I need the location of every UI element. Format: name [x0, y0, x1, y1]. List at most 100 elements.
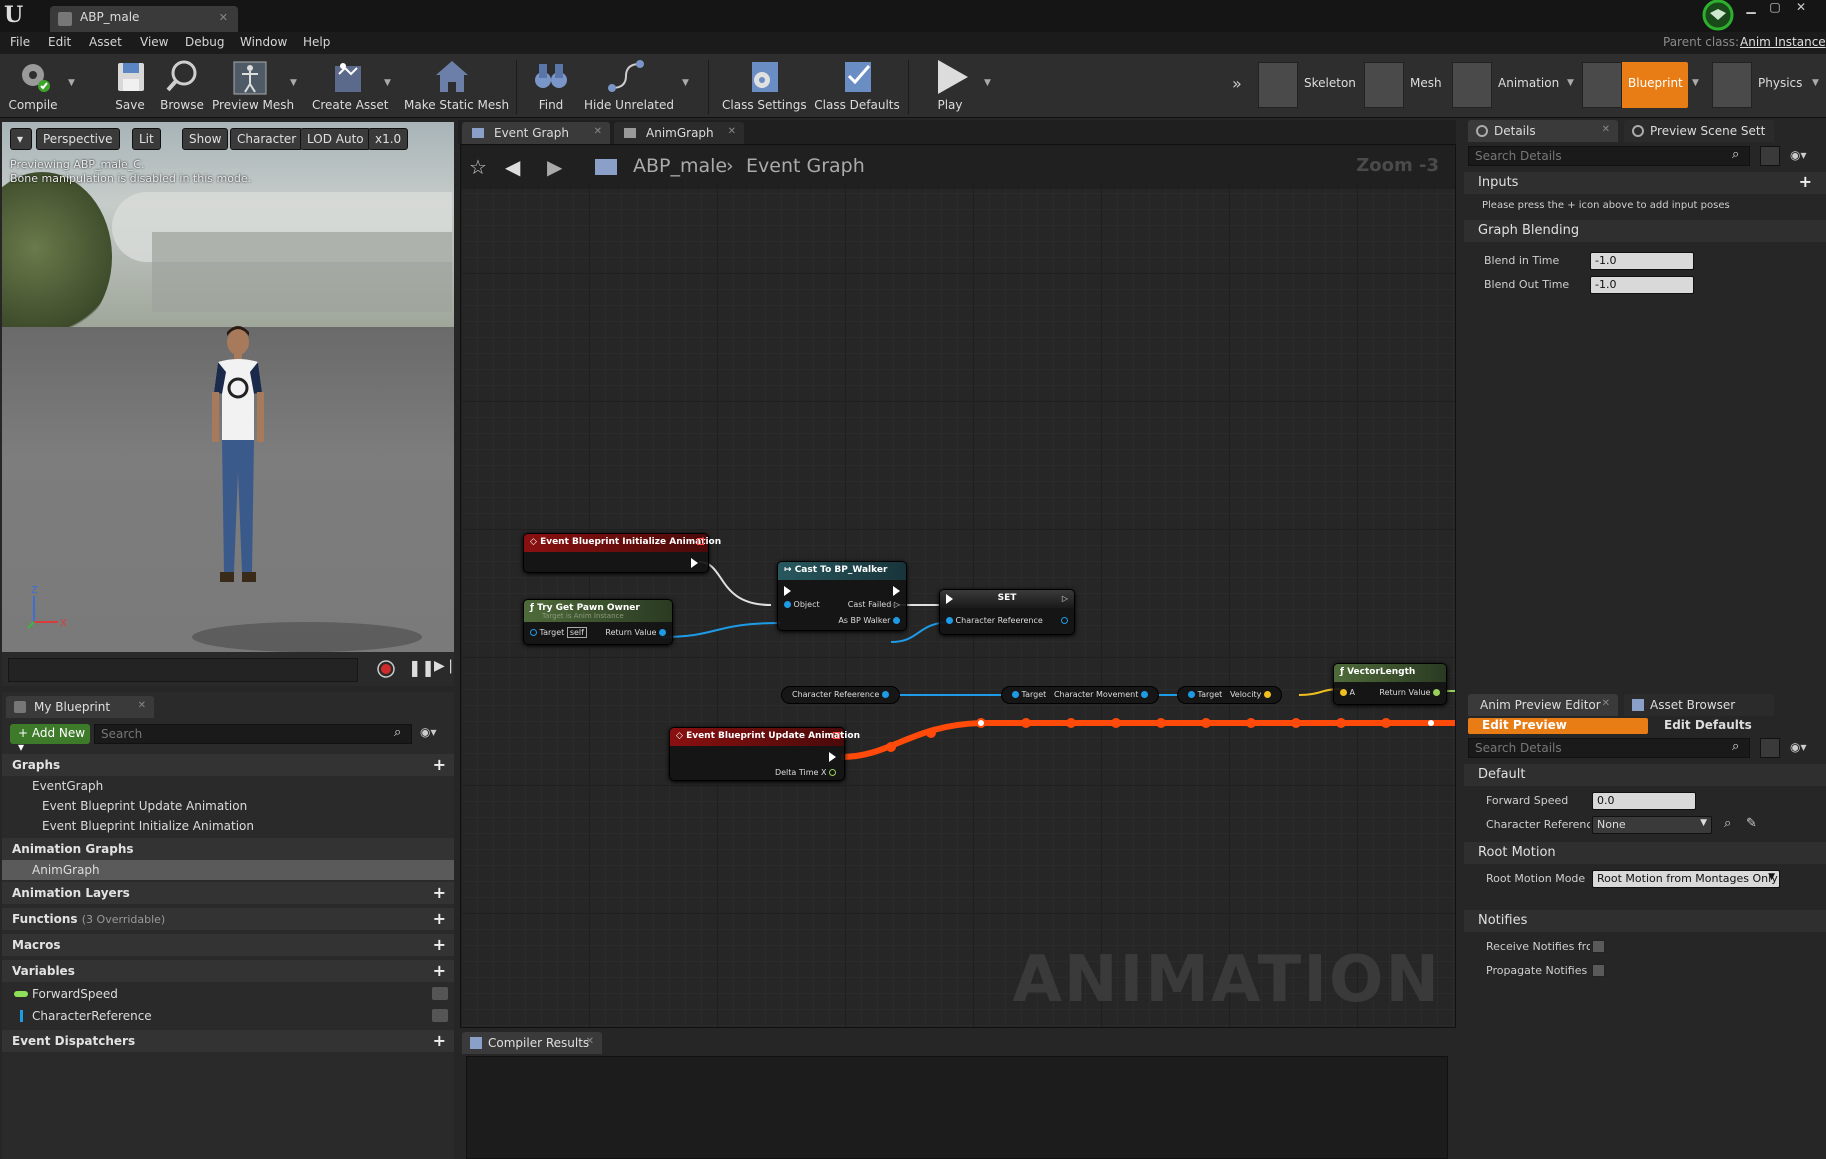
- exec-out-pin[interactable]: ▷: [1062, 594, 1068, 603]
- viewport-options-button[interactable]: ▾: [10, 128, 32, 150]
- class-defaults-button[interactable]: Class Defaults: [814, 58, 900, 116]
- vector-length-node[interactable]: ƒ VectorLength A Return Value: [1333, 663, 1447, 705]
- output-delegate-pin[interactable]: [833, 732, 840, 739]
- my-blueprint-tab[interactable]: My Blueprint ✕: [6, 696, 154, 718]
- preview-viewport[interactable]: ▾ Perspective Lit Show Character LOD Aut…: [2, 122, 454, 652]
- tab-details[interactable]: Details ✕: [1468, 120, 1618, 142]
- character-reference-dropdown[interactable]: None ▼: [1592, 816, 1712, 834]
- section-macros[interactable]: Macros +: [2, 934, 454, 956]
- add-new-button[interactable]: + Add New ▾: [10, 724, 90, 754]
- edit-defaults-toggle[interactable]: Edit Defaults: [1664, 718, 1752, 732]
- hide-unrelated-chevron-icon[interactable]: ▼: [682, 78, 689, 88]
- section-animation-graphs[interactable]: Animation Graphs: [2, 838, 454, 860]
- show-button[interactable]: Show: [182, 128, 229, 150]
- mode-mesh[interactable]: Mesh: [1364, 62, 1444, 108]
- hide-unrelated-button[interactable]: Hide Unrelated: [584, 58, 674, 116]
- source-control-icon[interactable]: [1698, 0, 1738, 32]
- close-icon[interactable]: ✕: [728, 126, 736, 137]
- receive-notifies-checkbox[interactable]: [1592, 940, 1605, 953]
- close-icon[interactable]: ✕: [1602, 124, 1610, 135]
- preview-mesh-button[interactable]: Preview Mesh: [212, 58, 294, 116]
- add-graph-plus-icon[interactable]: +: [433, 755, 446, 774]
- root-motion-mode-dropdown[interactable]: Root Motion from Montages Only ▼: [1592, 870, 1780, 888]
- playback-speed-button[interactable]: x1.0: [368, 128, 409, 150]
- anim-search-input[interactable]: Search Details: [1468, 738, 1750, 758]
- visibility-eye-icon[interactable]: ◉▾: [1790, 740, 1807, 754]
- timeline-scrubber[interactable]: [8, 658, 358, 682]
- tab-anim-graph[interactable]: AnimGraph ✕: [614, 122, 744, 144]
- exec-in-pin[interactable]: [946, 594, 953, 604]
- propagate-notifies-checkbox[interactable]: [1592, 964, 1605, 977]
- cast-failed-pin[interactable]: Cast Failed ▷: [848, 600, 900, 609]
- cast-to-bp-walker-node[interactable]: ↦ Cast To BP_Walker Object Cast Failed ▷…: [777, 561, 907, 631]
- event-update-node[interactable]: ◇ Event Blueprint Update Animation Delta…: [669, 727, 860, 781]
- return-value-pin[interactable]: Return Value: [1379, 688, 1440, 697]
- browse-button[interactable]: Browse: [156, 58, 208, 116]
- output-pin[interactable]: [1061, 616, 1068, 625]
- create-asset-chevron-icon[interactable]: ▼: [384, 78, 391, 88]
- as-bp-walker-pin[interactable]: As BP Walker: [838, 616, 900, 625]
- browse-search-icon[interactable]: ⌕: [1724, 816, 1731, 831]
- try-get-pawn-owner-node[interactable]: ƒ Try Get Pawn Owner Target is Anim Inst…: [523, 599, 673, 645]
- compiler-results-tab[interactable]: Compiler Results ✕: [462, 1032, 602, 1054]
- event-graph-canvas[interactable]: ☆ ◀ ▶ ABP_male › Event Graph Zoom -3 ◇ E…: [460, 144, 1456, 1028]
- character-reference-pin[interactable]: Character Refeerence: [946, 616, 1043, 625]
- parent-class-link[interactable]: Anim Instance: [1740, 35, 1826, 49]
- make-static-mesh-button[interactable]: Make Static Mesh: [404, 58, 509, 116]
- category-default[interactable]: Default: [1464, 764, 1826, 786]
- section-functions[interactable]: Functions (3 Overridable) +: [2, 908, 454, 930]
- get-character-reference-node[interactable]: Character Refeerence: [781, 686, 900, 704]
- tab-anim-preview-editor[interactable]: Anim Preview Editor ✕: [1468, 694, 1618, 716]
- tab-asset-browser[interactable]: Asset Browser: [1624, 694, 1774, 716]
- get-velocity-node[interactable]: Target Velocity: [1177, 686, 1282, 704]
- return-value-pin[interactable]: Return Value: [605, 628, 666, 637]
- visibility-toggle[interactable]: [432, 1009, 448, 1022]
- character-button[interactable]: Character: [230, 128, 304, 150]
- find-button[interactable]: Find: [528, 58, 574, 116]
- close-icon[interactable]: ✕: [138, 700, 146, 711]
- save-button[interactable]: Save: [108, 58, 152, 116]
- step-forward-icon[interactable]: ▶❘: [434, 658, 457, 674]
- add-layer-plus-icon[interactable]: +: [433, 883, 446, 902]
- mode-physics[interactable]: Physics: [1712, 62, 1808, 108]
- preview-mesh-chevron-icon[interactable]: ▼: [290, 78, 297, 88]
- set-variable-node[interactable]: SET ▷ Character Refeerence: [939, 589, 1075, 635]
- menu-file[interactable]: File: [10, 35, 30, 49]
- event-init-node[interactable]: ◇ Event Blueprint Initialize Animation: [523, 533, 721, 573]
- eyedropper-icon[interactable]: ✎: [1746, 816, 1757, 831]
- add-function-plus-icon[interactable]: +: [433, 909, 446, 928]
- section-animation-layers[interactable]: Animation Layers +: [2, 882, 454, 904]
- delta-time-pin[interactable]: Delta Time X: [775, 768, 836, 777]
- menu-asset[interactable]: Asset: [89, 35, 122, 49]
- exec-in-pin[interactable]: [784, 586, 791, 596]
- event-item-init[interactable]: Event Blueprint Initialize Animation: [2, 816, 454, 836]
- category-root-motion[interactable]: Root Motion: [1464, 842, 1826, 864]
- forward-speed-field[interactable]: 0.0: [1592, 792, 1696, 810]
- blend-in-field[interactable]: -1.0: [1590, 252, 1694, 270]
- category-notifies[interactable]: Notifies: [1464, 910, 1826, 932]
- blend-out-field[interactable]: -1.0: [1590, 276, 1694, 294]
- physics-chevron-icon[interactable]: ▼: [1812, 78, 1819, 88]
- pause-icon[interactable]: ❚❚: [408, 658, 435, 677]
- graph-item-eventgraph[interactable]: EventGraph: [2, 776, 454, 796]
- close-window-button[interactable]: ✕: [1790, 0, 1812, 14]
- details-search-input[interactable]: Search Details: [1468, 146, 1750, 166]
- close-icon[interactable]: ✕: [219, 11, 228, 24]
- graph-item-animgraph[interactable]: AnimGraph: [2, 860, 454, 880]
- record-icon[interactable]: [376, 659, 396, 679]
- menu-view[interactable]: View: [140, 35, 168, 49]
- document-tab[interactable]: ABP_male ✕: [50, 6, 238, 32]
- compile-options-chevron-icon[interactable]: ▼: [68, 78, 75, 88]
- edit-preview-toggle[interactable]: Edit Preview: [1468, 718, 1648, 734]
- variable-item-forward-speed[interactable]: ForwardSpeed: [2, 984, 454, 1004]
- close-icon[interactable]: ✕: [586, 1036, 594, 1047]
- object-pin[interactable]: Object: [784, 600, 820, 609]
- minimize-button[interactable]: ▁: [1740, 0, 1762, 14]
- visibility-eye-icon[interactable]: ◉▾: [420, 725, 437, 739]
- get-character-movement-node[interactable]: Target Character Movement: [1001, 686, 1159, 704]
- add-input-plus-icon[interactable]: +: [1799, 172, 1812, 191]
- mode-animation[interactable]: Animation: [1452, 62, 1568, 108]
- exec-out-pin[interactable]: [893, 586, 900, 596]
- event-item-update[interactable]: Event Blueprint Update Animation: [2, 796, 454, 816]
- view-options-icon[interactable]: [1760, 738, 1780, 758]
